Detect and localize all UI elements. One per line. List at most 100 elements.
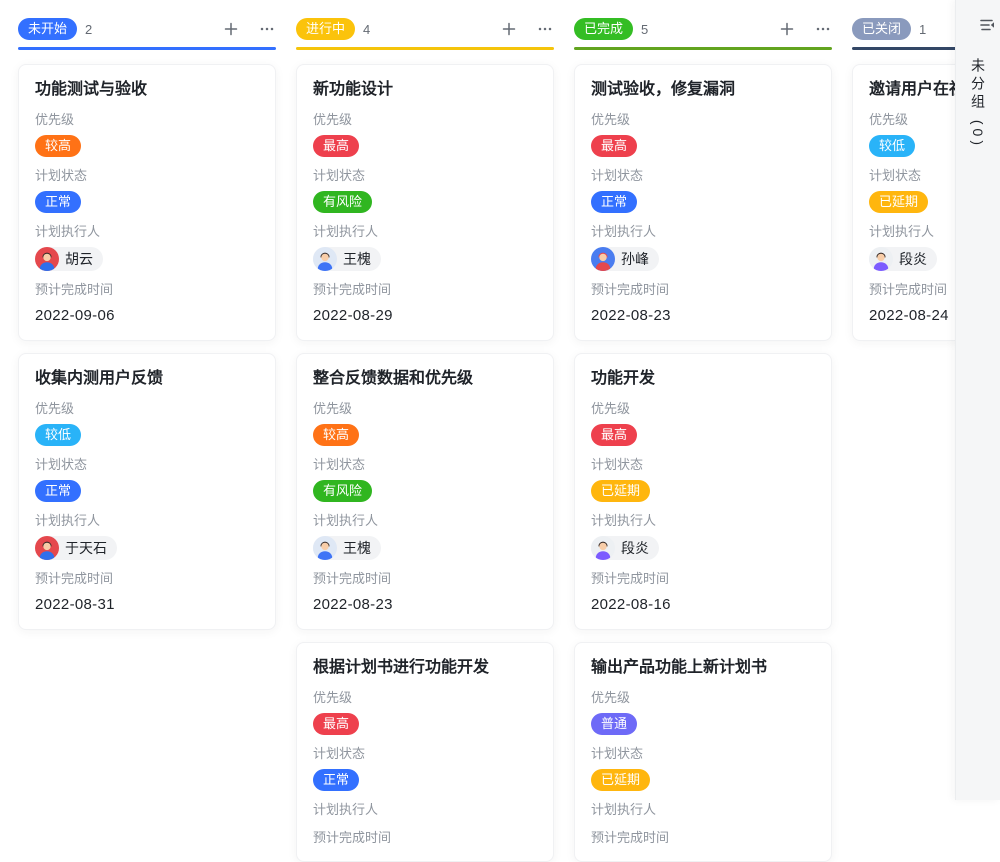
more-icon[interactable]	[258, 20, 276, 38]
avatar	[35, 536, 59, 560]
kanban-card[interactable]: 测试验收，修复漏洞 优先级 最高 计划状态 正常 计划执行人 孙峰 预计完成时间…	[574, 64, 832, 341]
expand-icon[interactable]	[978, 16, 996, 34]
column-cards: 测试验收，修复漏洞 优先级 最高 计划状态 正常 计划执行人 孙峰 预计完成时间…	[574, 64, 832, 862]
executor-pill[interactable]: 于天石	[35, 536, 117, 560]
kanban-card[interactable]: 收集内测用户反馈 优先级 较低 计划状态 正常 计划执行人 于天石 预计完成时间…	[18, 353, 276, 630]
kanban-card[interactable]: 功能测试与验收 优先级 较高 计划状态 正常 计划执行人 胡云 预计完成时间 2…	[18, 64, 276, 341]
due-label: 预计完成时间	[35, 281, 259, 299]
add-icon[interactable]	[778, 20, 796, 38]
priority-badge: 较高	[313, 424, 359, 446]
executor-name: 孙峰	[621, 247, 649, 271]
executor-label: 计划执行人	[591, 223, 815, 241]
card-title: 输出产品功能上新计划书	[591, 657, 815, 679]
status-badge: 正常	[591, 191, 637, 213]
kanban-card[interactable]: 输出产品功能上新计划书 优先级 普通 计划状态 已延期 计划执行人 预计完成时间	[574, 642, 832, 862]
due-date: 2022-08-16	[591, 594, 815, 615]
avatar	[313, 247, 337, 271]
avatar	[313, 536, 337, 560]
kanban-column: 进行中 4 新功能设计 优先级 最高 计划状态 有风险 计划执行人	[296, 18, 554, 862]
due-date: 2022-09-06	[35, 305, 259, 326]
due-label: 预计完成时间	[313, 281, 537, 299]
executor-label: 计划执行人	[313, 223, 537, 241]
status-badge: 已延期	[869, 191, 928, 213]
card-title: 根据计划书进行功能开发	[313, 657, 537, 679]
kanban-card[interactable]: 整合反馈数据和优先级 优先级 较高 计划状态 有风险 计划执行人 王槐 预计完成…	[296, 353, 554, 630]
kanban-column: 已完成 5 测试验收，修复漏洞 优先级 最高 计划状态 正常 计划执行人	[574, 18, 832, 862]
kanban-column: 未开始 2 功能测试与验收 优先级 较高 计划状态 正常 计划执行人	[18, 18, 276, 630]
status-badge: 正常	[35, 480, 81, 502]
avatar-shirt	[40, 551, 54, 560]
more-icon[interactable]	[536, 20, 554, 38]
executor-pill[interactable]: 胡云	[35, 247, 103, 271]
executor-label: 计划执行人	[591, 801, 815, 819]
column-count: 4	[363, 22, 370, 37]
status-label: 计划状态	[313, 456, 537, 474]
kanban-card[interactable]: 功能开发 优先级 最高 计划状态 已延期 计划执行人 段炎 预计完成时间 202…	[574, 353, 832, 630]
status-label: 计划状态	[35, 456, 259, 474]
priority-label: 优先级	[313, 111, 537, 129]
avatar-shirt	[874, 262, 888, 271]
priority-label: 优先级	[35, 400, 259, 418]
executor-pill[interactable]: 段炎	[869, 247, 937, 271]
card-title: 测试验收，修复漏洞	[591, 79, 815, 101]
executor-row: 胡云	[35, 247, 259, 271]
column-cards: 新功能设计 优先级 最高 计划状态 有风险 计划执行人 王槐 预计完成时间 20…	[296, 64, 554, 862]
due-date: 2022-08-23	[591, 305, 815, 326]
executor-pill[interactable]: 王槐	[313, 536, 381, 560]
executor-name: 王槐	[343, 247, 371, 271]
due-label: 预计完成时间	[591, 281, 815, 299]
card-title: 新功能设计	[313, 79, 537, 101]
ungrouped-label: 未分组 (0)	[968, 58, 988, 149]
column-cards: 功能测试与验收 优先级 较高 计划状态 正常 计划执行人 胡云 预计完成时间 2…	[18, 64, 276, 630]
executor-pill[interactable]: 孙峰	[591, 247, 659, 271]
status-badge: 已延期	[591, 769, 650, 791]
column-count: 1	[919, 22, 926, 37]
status-label: 计划状态	[35, 167, 259, 185]
executor-row: 于天石	[35, 536, 259, 560]
executor-name: 胡云	[65, 247, 93, 271]
card-title: 收集内测用户反馈	[35, 368, 259, 390]
add-icon[interactable]	[222, 20, 240, 38]
column-count: 2	[85, 22, 92, 37]
avatar	[591, 247, 615, 271]
avatar-shirt	[318, 551, 332, 560]
priority-label: 优先级	[591, 400, 815, 418]
executor-name: 段炎	[621, 536, 649, 560]
column-underline	[296, 47, 554, 50]
column-status-badge: 进行中	[296, 18, 355, 40]
card-title: 功能测试与验收	[35, 79, 259, 101]
due-date: 2022-08-31	[35, 594, 259, 615]
avatar	[35, 247, 59, 271]
kanban-card[interactable]: 新功能设计 优先级 最高 计划状态 有风险 计划执行人 王槐 预计完成时间 20…	[296, 64, 554, 341]
status-badge: 已延期	[591, 480, 650, 502]
ungrouped-panel[interactable]: 未分组 (0)	[955, 0, 1000, 800]
status-label: 计划状态	[591, 745, 815, 763]
column-count: 5	[641, 22, 648, 37]
executor-pill[interactable]: 段炎	[591, 536, 659, 560]
avatar-shirt	[40, 262, 54, 271]
due-date: 2022-08-29	[313, 305, 537, 326]
column-header: 进行中 4	[296, 18, 554, 40]
executor-label: 计划执行人	[35, 223, 259, 241]
priority-badge: 普通	[591, 713, 637, 735]
more-icon[interactable]	[814, 20, 832, 38]
priority-badge: 最高	[591, 135, 637, 157]
executor-pill[interactable]: 王槐	[313, 247, 381, 271]
priority-label: 优先级	[591, 111, 815, 129]
executor-label: 计划执行人	[313, 801, 537, 819]
due-label: 预计完成时间	[591, 829, 815, 847]
due-label: 预计完成时间	[313, 829, 537, 847]
status-badge: 有风险	[313, 480, 372, 502]
priority-label: 优先级	[313, 400, 537, 418]
executor-row: 王槐	[313, 247, 537, 271]
avatar	[591, 536, 615, 560]
kanban-card[interactable]: 根据计划书进行功能开发 优先级 最高 计划状态 正常 计划执行人 预计完成时间	[296, 642, 554, 862]
executor-label: 计划执行人	[35, 512, 259, 530]
priority-badge: 最高	[591, 424, 637, 446]
add-icon[interactable]	[500, 20, 518, 38]
executor-label: 计划执行人	[591, 512, 815, 530]
priority-badge: 最高	[313, 713, 359, 735]
column-header: 已完成 5	[574, 18, 832, 40]
due-date: 2022-08-23	[313, 594, 537, 615]
priority-label: 优先级	[591, 689, 815, 707]
